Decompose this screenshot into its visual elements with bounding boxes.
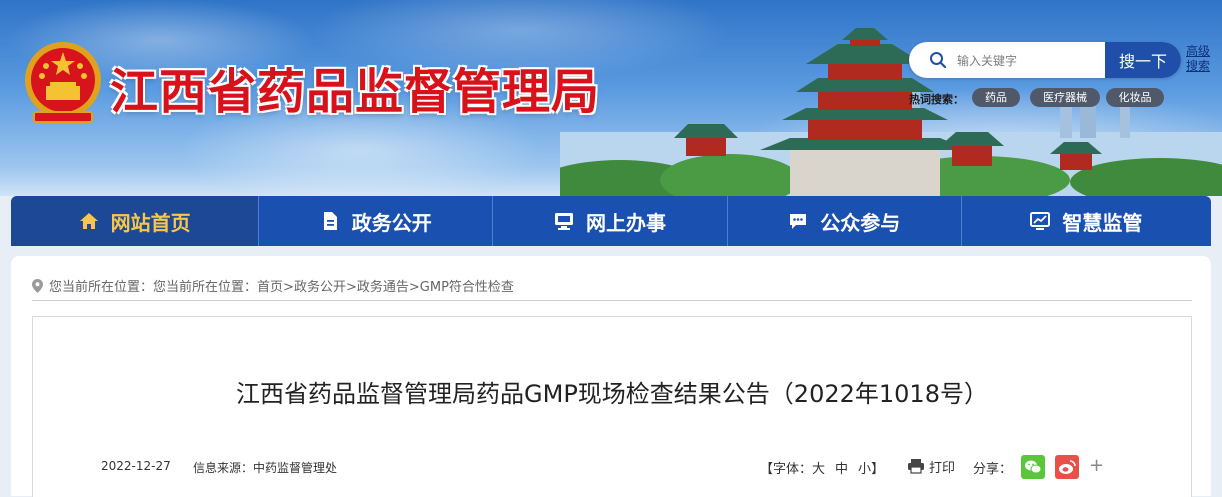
nav-item-home[interactable]: 网站首页 (11, 196, 260, 246)
weibo-icon (1059, 460, 1076, 474)
hot-search-label: 热词搜索： (909, 93, 964, 106)
breadcrumb-government-affairs[interactable]: 政务公开 (294, 280, 346, 295)
share-wechat-button[interactable] (1021, 455, 1045, 479)
nav-item-government-affairs[interactable]: 政务公开 (259, 196, 494, 246)
location-pin-icon (32, 279, 43, 293)
info-source: 信息来源：中药监督管理处 (193, 461, 338, 475)
share-label: 分享： (973, 462, 1013, 477)
print-button[interactable]: 打印 (907, 456, 955, 476)
breadcrumb-separator: > (345, 280, 357, 295)
breadcrumb-home[interactable]: 首页 (257, 280, 283, 295)
font-size-medium[interactable]: 中 (835, 462, 848, 477)
search-button[interactable]: 搜一下 (1105, 42, 1181, 78)
font-size-control: 【字体：大中小】 (760, 458, 884, 477)
national-emblem-icon (25, 42, 101, 123)
breadcrumb-prefix: 您当前所在位置：您当前所在位置： (49, 280, 258, 295)
share-weibo-button[interactable] (1055, 455, 1079, 479)
home-icon (79, 213, 98, 229)
nav-item-label: 政务公开 (351, 210, 432, 235)
share-more-icon[interactable]: + (1089, 455, 1104, 476)
main-nav: 网站首页 政务公开 网上办事 公众参与 智慧监管 (11, 196, 1211, 246)
nav-item-online-services[interactable]: 网上办事 (493, 196, 728, 246)
nav-item-public-participation[interactable]: 公众参与 (728, 196, 962, 246)
breadcrumb: 您当前所在位置：您当前所在位置：首页>政务公开>政务通告>GMP符合性检查 (32, 276, 514, 295)
breadcrumb-divider (32, 300, 1192, 301)
article-title: 江西省药品监督管理局药品GMP现场检查结果公告（2022年1018号） (236, 380, 988, 408)
advanced-search-link[interactable]: 高级搜索 (1186, 44, 1212, 74)
monitor-icon (555, 213, 573, 230)
nav-item-label: 网上办事 (586, 210, 666, 235)
print-label: 打印 (929, 460, 956, 476)
hot-tag-cosmetics[interactable]: 化妆品 (1106, 88, 1164, 107)
nav-item-label: 公众参与 (820, 210, 901, 235)
breadcrumb-separator: > (283, 280, 294, 295)
breadcrumb-notices[interactable]: 政务通告 (357, 280, 409, 295)
breadcrumb-separator: > (408, 280, 420, 295)
font-size-prefix: 【字体： (760, 462, 813, 477)
dashboard-icon (1030, 212, 1051, 230)
nav-item-label: 智慧监管 (1062, 210, 1143, 235)
printer-icon (908, 459, 924, 474)
nav-item-label: 网站首页 (110, 210, 191, 235)
hot-tag-drugs[interactable]: 药品 (972, 88, 1020, 107)
site-header: 江西省药品监督管理局 搜一下 高级搜索 热词搜索： 药品 医疗器械 化妆品 (0, 0, 1222, 196)
font-size-large[interactable]: 大 (812, 462, 825, 477)
document-icon (323, 212, 337, 230)
nav-item-smart-supervision[interactable]: 智慧监管 (962, 196, 1211, 246)
wechat-icon (1025, 460, 1042, 474)
site-title[interactable]: 江西省药品监督管理局 (110, 52, 600, 122)
font-size-small[interactable]: 小 (858, 462, 871, 477)
search-input[interactable] (955, 50, 1099, 72)
font-size-suffix: 】 (871, 462, 885, 477)
chat-icon (790, 214, 807, 229)
search-icon (930, 52, 947, 69)
breadcrumb-gmp-inspection[interactable]: GMP符合性检查 (420, 280, 514, 295)
hot-tag-medical-devices[interactable]: 医疗器械 (1030, 88, 1100, 107)
publish-date: 2022-12-27 (101, 459, 171, 473)
